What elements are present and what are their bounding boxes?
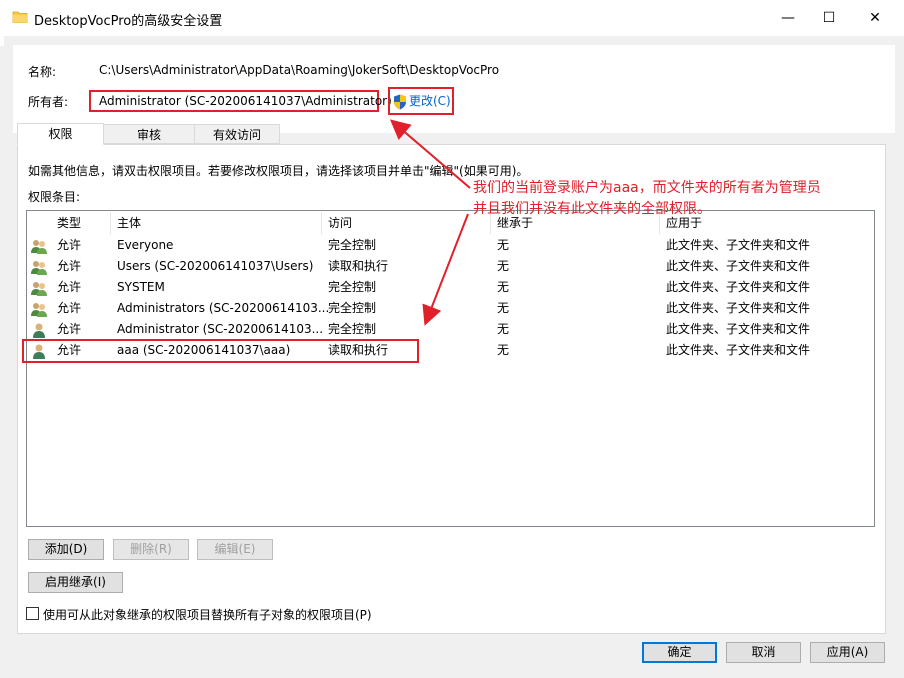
column-divider[interactable] (321, 212, 322, 234)
column-header-type[interactable]: 类型 (57, 214, 81, 232)
tab-permissions[interactable]: 权限 (17, 123, 104, 145)
row-applies: 此文件夹、子文件夹和文件 (666, 343, 811, 357)
row-inherited: 无 (497, 259, 510, 273)
name-label: 名称: (28, 65, 57, 79)
row-applies: 此文件夹、子文件夹和文件 (666, 301, 811, 315)
info-text: 如需其他信息，请双击权限项目。若要修改权限项目，请选择该项目并单击"编辑"(如果… (28, 164, 529, 178)
entries-label: 权限条目: (28, 190, 81, 204)
table-row[interactable]: 允许 Administrators (SC-20200614103... 完全控… (27, 298, 874, 319)
row-principal: Administrators (SC-20200614103... (117, 301, 330, 315)
table-row[interactable]: 允许 Administrator (SC-20200614103... 完全控制… (27, 319, 874, 340)
name-value: C:\Users\Administrator\AppData\Roaming\J… (99, 63, 500, 77)
row-access: 完全控制 (328, 322, 377, 336)
checkbox-label[interactable]: 使用可从此对象继承的权限项目替换所有子对象的权限项目(P) (43, 606, 372, 623)
window-edge (0, 36, 4, 46)
owner-value: Administrator (SC-202006141037\Administr… (89, 90, 392, 112)
ok-button[interactable]: 确定 (642, 642, 717, 663)
change-owner-link[interactable]: 更改(C) (388, 87, 454, 115)
table-row[interactable]: 允许 SYSTEM 完全控制 无 此文件夹、子文件夹和文件 (27, 277, 874, 298)
row-applies: 此文件夹、子文件夹和文件 (666, 259, 811, 273)
replace-child-permissions-checkbox[interactable] (26, 607, 39, 620)
row-applies: 此文件夹、子文件夹和文件 (666, 238, 811, 252)
group-users-icon (31, 261, 47, 275)
row-principal: SYSTEM (117, 280, 165, 294)
row-inherited: 无 (497, 238, 510, 252)
remove-button[interactable]: 删除(R) (113, 539, 189, 560)
column-header-access[interactable]: 访问 (328, 214, 352, 232)
table-row[interactable]: 允许 Users (SC-202006141037\Users) 读取和执行 无… (27, 256, 874, 277)
table-row[interactable]: 允许 Everyone 完全控制 无 此文件夹、子文件夹和文件 (27, 235, 874, 256)
row-access: 完全控制 (328, 280, 377, 294)
row-applies: 此文件夹、子文件夹和文件 (666, 280, 811, 294)
column-divider[interactable] (110, 212, 111, 234)
annotation-highlight-box (22, 339, 419, 363)
group-users-icon (31, 303, 47, 317)
row-inherited: 无 (497, 301, 510, 315)
group-users-icon (31, 282, 47, 296)
header-panel (13, 45, 895, 133)
row-principal: Administrator (SC-20200614103... (117, 322, 324, 336)
column-header-principal[interactable]: 主体 (117, 214, 141, 232)
row-principal: Users (SC-202006141037\Users) (117, 259, 314, 273)
maximize-button[interactable]: ☐ (806, 0, 852, 36)
row-principal: Everyone (117, 238, 174, 252)
annotation-text: 我们的当前登录账户为aaa，而文件夹的所有者为管理员 并且我们并没有此文件夹的全… (473, 178, 821, 220)
row-type: 允许 (57, 301, 82, 315)
add-button[interactable]: 添加(D) (28, 539, 104, 560)
annotation-line: 我们的当前登录账户为aaa，而文件夹的所有者为管理员 (473, 180, 821, 196)
tab-effective-access[interactable]: 有效访问 (194, 124, 280, 144)
row-inherited: 无 (497, 343, 510, 357)
close-button[interactable]: ✕ (852, 0, 898, 36)
single-user-icon (33, 323, 45, 338)
group-users-icon (31, 240, 47, 254)
edit-button[interactable]: 编辑(E) (197, 539, 273, 560)
row-inherited: 无 (497, 280, 510, 294)
annotation-line: 并且我们并没有此文件夹的全部权限。 (473, 201, 711, 217)
owner-label: 所有者: (28, 95, 69, 109)
minimize-button[interactable]: — (765, 0, 811, 36)
row-access: 完全控制 (328, 301, 377, 315)
enable-inheritance-button[interactable]: 启用继承(I) (28, 572, 123, 593)
apply-button[interactable]: 应用(A) (810, 642, 885, 663)
row-access: 完全控制 (328, 238, 377, 252)
tab-auditing[interactable]: 审核 (103, 124, 195, 144)
row-type: 允许 (57, 238, 82, 252)
folder-icon (12, 11, 28, 23)
row-inherited: 无 (497, 322, 510, 336)
change-owner-label[interactable]: 更改(C) (409, 94, 451, 108)
row-access: 读取和执行 (328, 259, 389, 273)
row-applies: 此文件夹、子文件夹和文件 (666, 322, 811, 336)
window-title: DesktopVocPro的高级安全设置 (34, 14, 223, 29)
row-type: 允许 (57, 259, 82, 273)
row-type: 允许 (57, 322, 82, 336)
cancel-button[interactable]: 取消 (726, 642, 801, 663)
row-type: 允许 (57, 280, 82, 294)
uac-shield-icon (394, 94, 406, 109)
